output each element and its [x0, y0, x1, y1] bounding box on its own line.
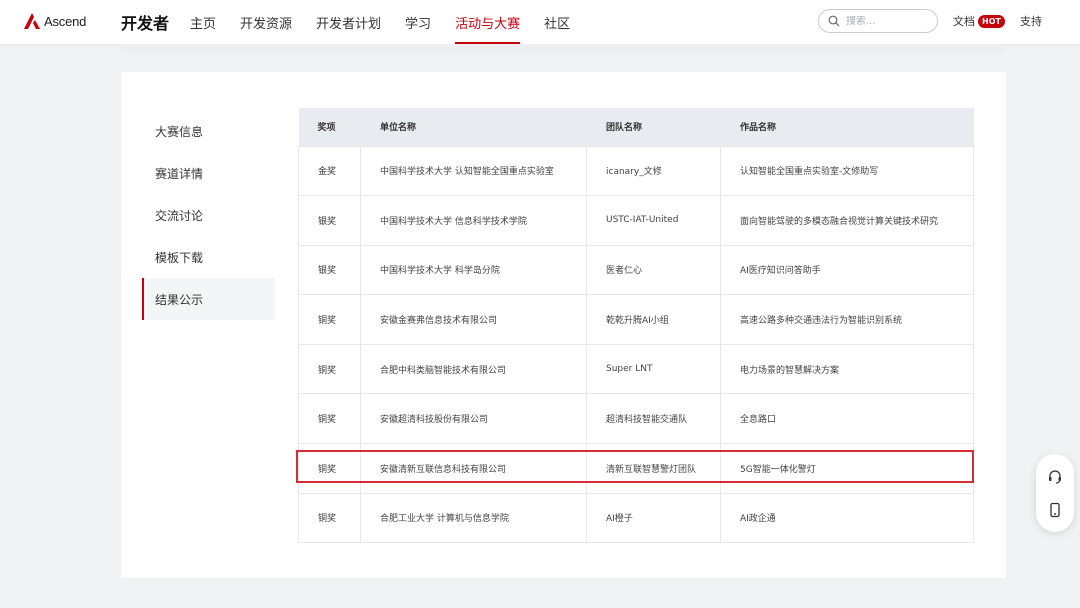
cell-award: 铜奖 — [298, 443, 361, 494]
sidebar-item-contest-info[interactable]: 大赛信息 — [142, 110, 275, 152]
nav-item-dev-program[interactable]: 开发者计划 — [316, 0, 381, 44]
main-nav: 主页 开发资源 开发者计划 学习 活动与大赛 社区 — [190, 0, 594, 44]
nav-item-events[interactable]: 活动与大赛 — [455, 0, 521, 44]
cell-work: AI政企通 — [720, 492, 974, 544]
search-icon — [828, 15, 840, 27]
cell-org: 合肥工业大学 计算机与信息学院 — [360, 492, 587, 544]
results-table-wrap: 奖项 单位名称 团队名称 作品名称 金奖 中国科学技术大学 认知智能全国重点实验… — [298, 108, 974, 544]
table-row-highlighted: 铜奖 安徽清新互联信息科技有限公司 清新互联智慧警灯团队 5G智能一体化警灯 — [298, 443, 974, 494]
ascend-logo-icon — [24, 13, 40, 29]
column-header-award: 奖项 — [298, 108, 361, 146]
docs-link[interactable]: 文档 HOT — [953, 13, 1005, 29]
cell-team: 医者仁心 — [586, 244, 721, 296]
docs-label: 文档 — [953, 15, 975, 28]
support-link[interactable]: 支持 — [1020, 13, 1042, 29]
cell-award: 银奖 — [298, 195, 361, 246]
cell-team: AI橙子 — [586, 492, 721, 544]
sidebar: 大赛信息 赛道详情 交流讨论 模板下载 结果公示 — [142, 110, 275, 320]
table-row: 铜奖 合肥工业大学 计算机与信息学院 AI橙子 AI政企通 — [298, 492, 974, 544]
column-header-work: 作品名称 — [720, 108, 974, 146]
nav-item-home[interactable]: 主页 — [190, 0, 216, 44]
cell-work: 全息路口 — [720, 393, 974, 445]
cell-org: 安徽金赛弗信息技术有限公司 — [360, 294, 587, 345]
cell-award: 铜奖 — [298, 294, 361, 345]
search-box[interactable] — [818, 9, 938, 33]
sidebar-item-track-details[interactable]: 赛道详情 — [142, 152, 275, 194]
hot-badge: HOT — [978, 14, 1005, 28]
floating-toolbar — [1036, 454, 1074, 532]
column-header-team: 团队名称 — [586, 108, 721, 146]
results-table: 奖项 单位名称 团队名称 作品名称 金奖 中国科学技术大学 认知智能全国重点实验… — [298, 108, 974, 544]
ascend-logo[interactable]: Ascend — [22, 9, 86, 33]
cell-award: 铜奖 — [298, 492, 361, 544]
nav-item-community[interactable]: 社区 — [544, 0, 570, 44]
table-row: 银奖 中国科学技术大学 科学岛分院 医者仁心 AI医疗知识问答助手 — [298, 244, 974, 296]
sidebar-item-template-download[interactable]: 模板下载 — [142, 236, 275, 278]
brand-title[interactable]: 开发者 — [121, 10, 169, 34]
cell-award: 金奖 — [298, 145, 361, 197]
table-row: 金奖 中国科学技术大学 认知智能全国重点实验室 icanary_文修 认知智能全… — [298, 145, 974, 197]
cell-team: 清新互联智慧警灯团队 — [586, 443, 721, 494]
cell-award: 铜奖 — [298, 393, 361, 445]
cell-org: 中国科学技术大学 认知智能全国重点实验室 — [360, 145, 587, 197]
cell-award: 铜奖 — [298, 343, 361, 395]
cell-team: USTC-IAT-United — [586, 195, 721, 246]
table-row: 银奖 中国科学技术大学 信息科学技术学院 USTC-IAT-United 面向智… — [298, 195, 974, 246]
nav-item-dev-resources[interactable]: 开发资源 — [240, 0, 292, 44]
cell-award: 银奖 — [298, 244, 361, 296]
table-row: 铜奖 合肥中科类脑智能技术有限公司 Super LNT 电力场景的智慧解决方案 — [298, 343, 974, 395]
table-header-row: 奖项 单位名称 团队名称 作品名称 — [298, 108, 974, 146]
cell-work: 电力场景的智慧解决方案 — [720, 343, 974, 395]
sidebar-item-results[interactable]: 结果公示 — [142, 278, 275, 320]
cell-work: 面向智能驾驶的多模态融合视觉计算关键技术研究 — [720, 195, 974, 246]
logo-text: Ascend — [44, 13, 87, 29]
cell-work: 认知智能全国重点实验室-文修助写 — [720, 145, 974, 197]
mobile-phone-icon — [1050, 502, 1060, 517]
customer-service-icon — [1049, 469, 1061, 484]
cell-org: 安徽超清科技股份有限公司 — [360, 393, 587, 445]
cell-work: 5G智能一体化警灯 — [720, 443, 974, 494]
cell-work: AI医疗知识问答助手 — [720, 244, 974, 296]
cell-team: icanary_文修 — [586, 145, 721, 197]
cell-work: 高速公路多种交通违法行为智能识别系统 — [720, 294, 974, 345]
cell-team: 超清科技智能交通队 — [586, 393, 721, 445]
sidebar-item-discussion[interactable]: 交流讨论 — [142, 194, 275, 236]
cell-team: 乾乾升腾AI小组 — [586, 294, 721, 345]
cell-org: 中国科学技术大学 科学岛分院 — [360, 244, 587, 296]
search-input[interactable] — [846, 15, 926, 27]
nav-item-learning[interactable]: 学习 — [405, 0, 431, 44]
customer-service-button[interactable] — [1046, 468, 1064, 486]
table-row: 铜奖 安徽金赛弗信息技术有限公司 乾乾升腾AI小组 高速公路多种交通违法行为智能… — [298, 294, 974, 345]
top-header: Ascend 开发者 主页 开发资源 开发者计划 学习 活动与大赛 社区 文档 … — [0, 0, 1080, 44]
cell-org: 合肥中科类脑智能技术有限公司 — [360, 343, 587, 395]
banner-strip — [121, 44, 1006, 54]
cell-team: Super LNT — [586, 343, 721, 395]
cell-org: 安徽清新互联信息科技有限公司 — [360, 443, 587, 494]
cell-org: 中国科学技术大学 信息科学技术学院 — [360, 195, 587, 246]
mobile-button[interactable] — [1046, 501, 1064, 519]
content-card: 大赛信息 赛道详情 交流讨论 模板下载 结果公示 奖项 单位名称 团队名称 作品… — [121, 72, 1006, 578]
column-header-org: 单位名称 — [360, 108, 587, 146]
table-row: 铜奖 安徽超清科技股份有限公司 超清科技智能交通队 全息路口 — [298, 393, 974, 445]
